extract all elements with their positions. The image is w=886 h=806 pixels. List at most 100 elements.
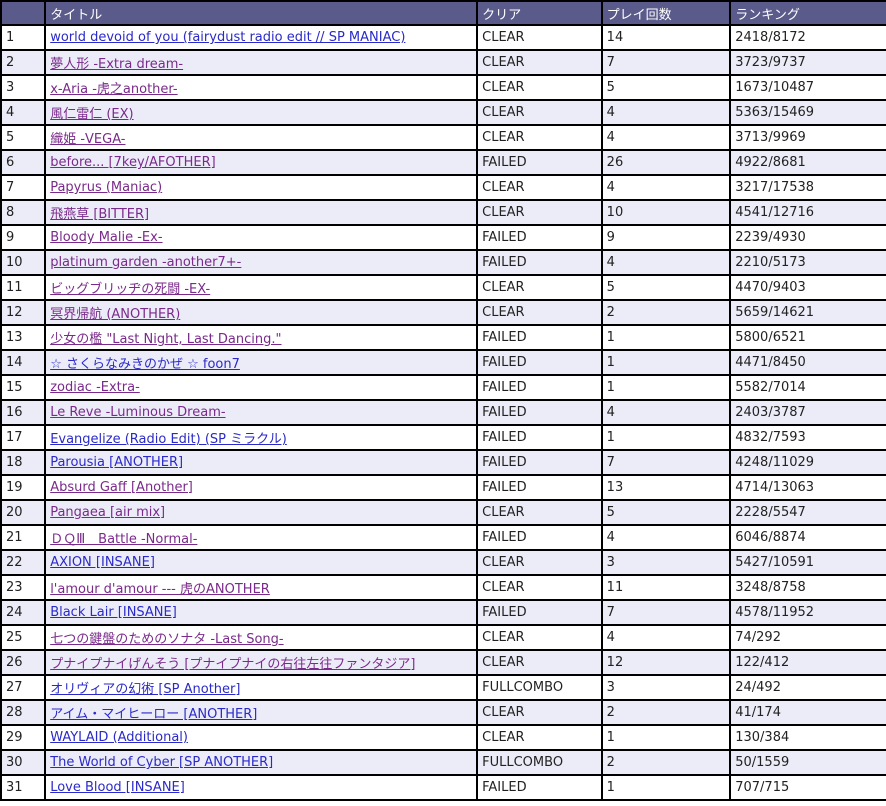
row-title-cell: before... [7key/AFOTHER] [46,151,477,174]
song-title-link[interactable]: platinum garden -another7+- [50,255,241,270]
song-title-link[interactable]: 夢人形 -Extra dream- [50,57,183,72]
row-number: 3 [2,76,45,99]
table-row: 26 プナイプナイげんそう [プナイプナイの右往左往ファンタジア] CLEAR 12 1… [2,651,886,674]
row-title-cell: platinum garden -another7+- [46,251,477,274]
row-play-count: 5 [602,76,730,99]
row-number: 12 [2,301,45,324]
song-title-link[interactable]: before... [7key/AFOTHER] [50,155,215,170]
row-play-count: 3 [602,676,730,699]
row-number: 31 [2,776,45,799]
row-ranking: 2418/8172 [731,26,886,49]
header-plays: プレイ回数 [602,2,730,24]
row-play-count: 4 [602,126,730,149]
song-title-link[interactable]: アイム・マイヒーロー [ANOTHER] [50,707,257,722]
row-clear-status: FAILED [478,376,601,399]
row-title-cell: ☆ さくらなみきのかぜ ☆ foon7 [46,351,477,374]
row-clear-status: CLEAR [478,726,601,749]
song-title-link[interactable]: 風仁雷仁 (EX) [50,107,133,122]
song-title-link[interactable]: Le Reve -Luminous Dream- [50,405,225,420]
row-title-cell: プナイプナイげんそう [プナイプナイの右往左往ファンタジア] [46,651,477,674]
song-title-link[interactable]: world devoid of you (fairydust radio edi… [50,30,405,45]
song-title-link[interactable]: Pangaea [air mix] [50,505,165,520]
table-row: 10 platinum garden -another7+- FAILED 4 2210… [2,251,886,274]
row-number: 27 [2,676,45,699]
table-row: 5 織姫 -VEGA- CLEAR 4 3713/9969 [2,126,886,149]
row-number: 7 [2,176,45,199]
song-title-link[interactable]: 飛燕草 [BITTER] [50,207,149,222]
song-title-link[interactable]: WAYLAID (Additional) [50,730,188,745]
song-title-link[interactable]: The World of Cyber [SP ANOTHER] [50,755,273,770]
row-title-cell: 風仁雷仁 (EX) [46,101,477,124]
row-play-count: 9 [602,226,730,249]
table-row: 9 Bloody Malie -Ex- FAILED 9 2239/4930 [2,226,886,249]
song-title-link[interactable]: Absurd Gaff [Another] [50,480,193,495]
row-play-count: 12 [602,651,730,674]
row-ranking: 5427/10591 [731,551,886,574]
row-clear-status: CLEAR [478,26,601,49]
song-title-link[interactable]: Love Blood [INSANE] [50,780,185,795]
table-row: 24 Black Lair [INSANE] FAILED 7 4578/11952 [2,601,886,624]
row-clear-status: FAILED [478,226,601,249]
row-clear-status: CLEAR [478,51,601,74]
row-play-count: 26 [602,151,730,174]
song-title-link[interactable]: AXION [INSANE] [50,555,155,570]
row-number: 29 [2,726,45,749]
row-number: 28 [2,701,45,724]
song-title-link[interactable]: Black Lair [INSANE] [50,605,177,620]
row-play-count: 1 [602,426,730,449]
row-ranking: 50/1559 [731,751,886,774]
row-clear-status: FAILED [478,251,601,274]
song-title-link[interactable]: l'amour d'amour --- 虎のANOTHER [50,582,270,597]
song-title-link[interactable]: 冥界帰航 (ANOTHER) [50,307,180,322]
song-title-link[interactable]: 織姫 -VEGA- [50,132,125,147]
row-ranking: 24/492 [731,676,886,699]
table-row: 7 Papyrus (Maniac) CLEAR 4 3217/17538 [2,176,886,199]
row-play-count: 1 [602,776,730,799]
row-number: 23 [2,576,45,599]
table-row: 25 七つの鍵盤のためのソナタ -Last Song- CLEAR 4 74/292 [2,626,886,649]
table-row: 12 冥界帰航 (ANOTHER) CLEAR 2 5659/14621 [2,301,886,324]
row-title-cell: Parousia [ANOTHER] [46,451,477,474]
row-clear-status: CLEAR [478,201,601,224]
row-ranking: 3248/8758 [731,576,886,599]
row-play-count: 1 [602,326,730,349]
song-title-link[interactable]: 少女の檻 "Last Night, Last Dancing." [50,332,281,347]
song-title-link[interactable]: 七つの鍵盤のためのソナタ -Last Song- [50,632,283,647]
table-row: 1 world devoid of you (fairydust radio ed… [2,26,886,49]
row-clear-status: FAILED [478,151,601,174]
row-ranking: 4578/11952 [731,601,886,624]
row-play-count: 5 [602,276,730,299]
row-ranking: 3217/17538 [731,176,886,199]
song-title-link[interactable]: x-Aria -虎之another- [50,82,177,97]
song-title-link[interactable]: ＤＱⅢ Battle -Normal- [50,532,197,547]
song-title-link[interactable]: ビッグブリッヂの死闘 -EX- [50,282,210,297]
row-title-cell: 飛燕草 [BITTER] [46,201,477,224]
song-title-link[interactable]: Bloody Malie -Ex- [50,230,162,245]
row-play-count: 1 [602,376,730,399]
row-play-count: 7 [602,601,730,624]
row-title-cell: Pangaea [air mix] [46,501,477,524]
row-clear-status: FULLCOMBO [478,751,601,774]
row-ranking: 1673/10487 [731,76,886,99]
row-title-cell: Evangelize (Radio Edit) (SP ミラクル) [46,426,477,449]
row-title-cell: WAYLAID (Additional) [46,726,477,749]
row-number: 18 [2,451,45,474]
row-clear-status: FAILED [478,526,601,549]
song-title-link[interactable]: ☆ さくらなみきのかぜ ☆ foon7 [50,357,240,372]
row-title-cell: アイム・マイヒーロー [ANOTHER] [46,701,477,724]
row-clear-status: FAILED [478,326,601,349]
song-title-link[interactable]: zodiac -Extra- [50,380,140,395]
row-number: 26 [2,651,45,674]
row-clear-status: FAILED [478,776,601,799]
row-number: 16 [2,401,45,424]
song-title-link[interactable]: オリヴィアの幻術 [SP Another] [50,682,240,697]
row-number: 22 [2,551,45,574]
song-title-link[interactable]: Evangelize (Radio Edit) (SP ミラクル) [50,432,287,447]
row-ranking: 2228/5547 [731,501,886,524]
row-play-count: 2 [602,751,730,774]
song-title-link[interactable]: Parousia [ANOTHER] [50,455,183,470]
row-ranking: 2239/4930 [731,226,886,249]
song-title-link[interactable]: プナイプナイげんそう [プナイプナイの右往左往ファンタジア] [50,657,415,672]
table-row: 11 ビッグブリッヂの死闘 -EX- CLEAR 5 4470/9403 [2,276,886,299]
song-title-link[interactable]: Papyrus (Maniac) [50,180,162,195]
